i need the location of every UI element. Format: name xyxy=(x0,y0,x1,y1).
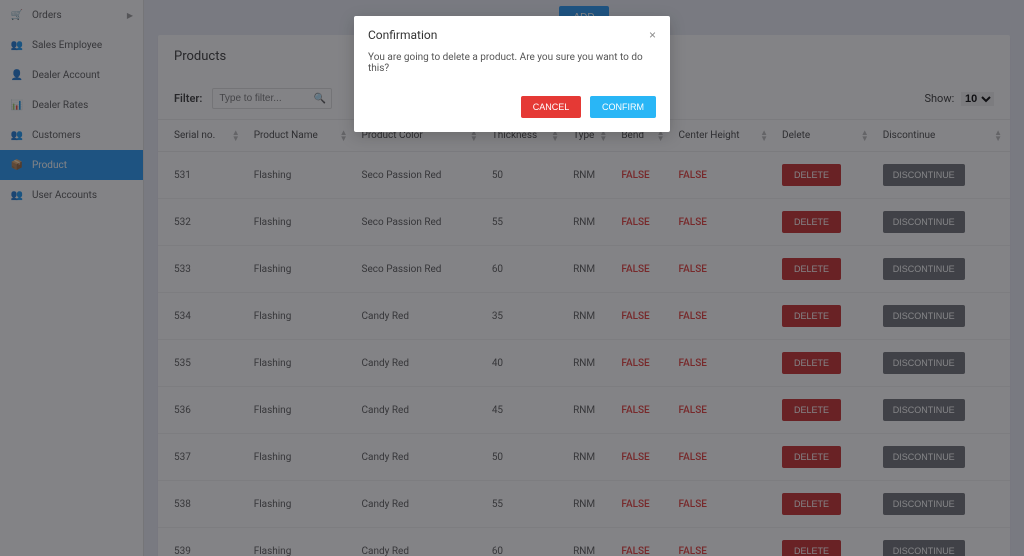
modal-overlay: Confirmation × You are going to delete a… xyxy=(0,0,1024,556)
confirmation-modal: Confirmation × You are going to delete a… xyxy=(354,16,670,132)
close-icon[interactable]: × xyxy=(649,28,656,42)
modal-title: Confirmation xyxy=(368,28,437,42)
modal-footer: CANCEL CONFIRM xyxy=(354,88,670,132)
confirm-button[interactable]: CONFIRM xyxy=(590,96,656,118)
cancel-button[interactable]: CANCEL xyxy=(521,96,582,118)
modal-body: You are going to delete a product. Are y… xyxy=(354,48,670,88)
